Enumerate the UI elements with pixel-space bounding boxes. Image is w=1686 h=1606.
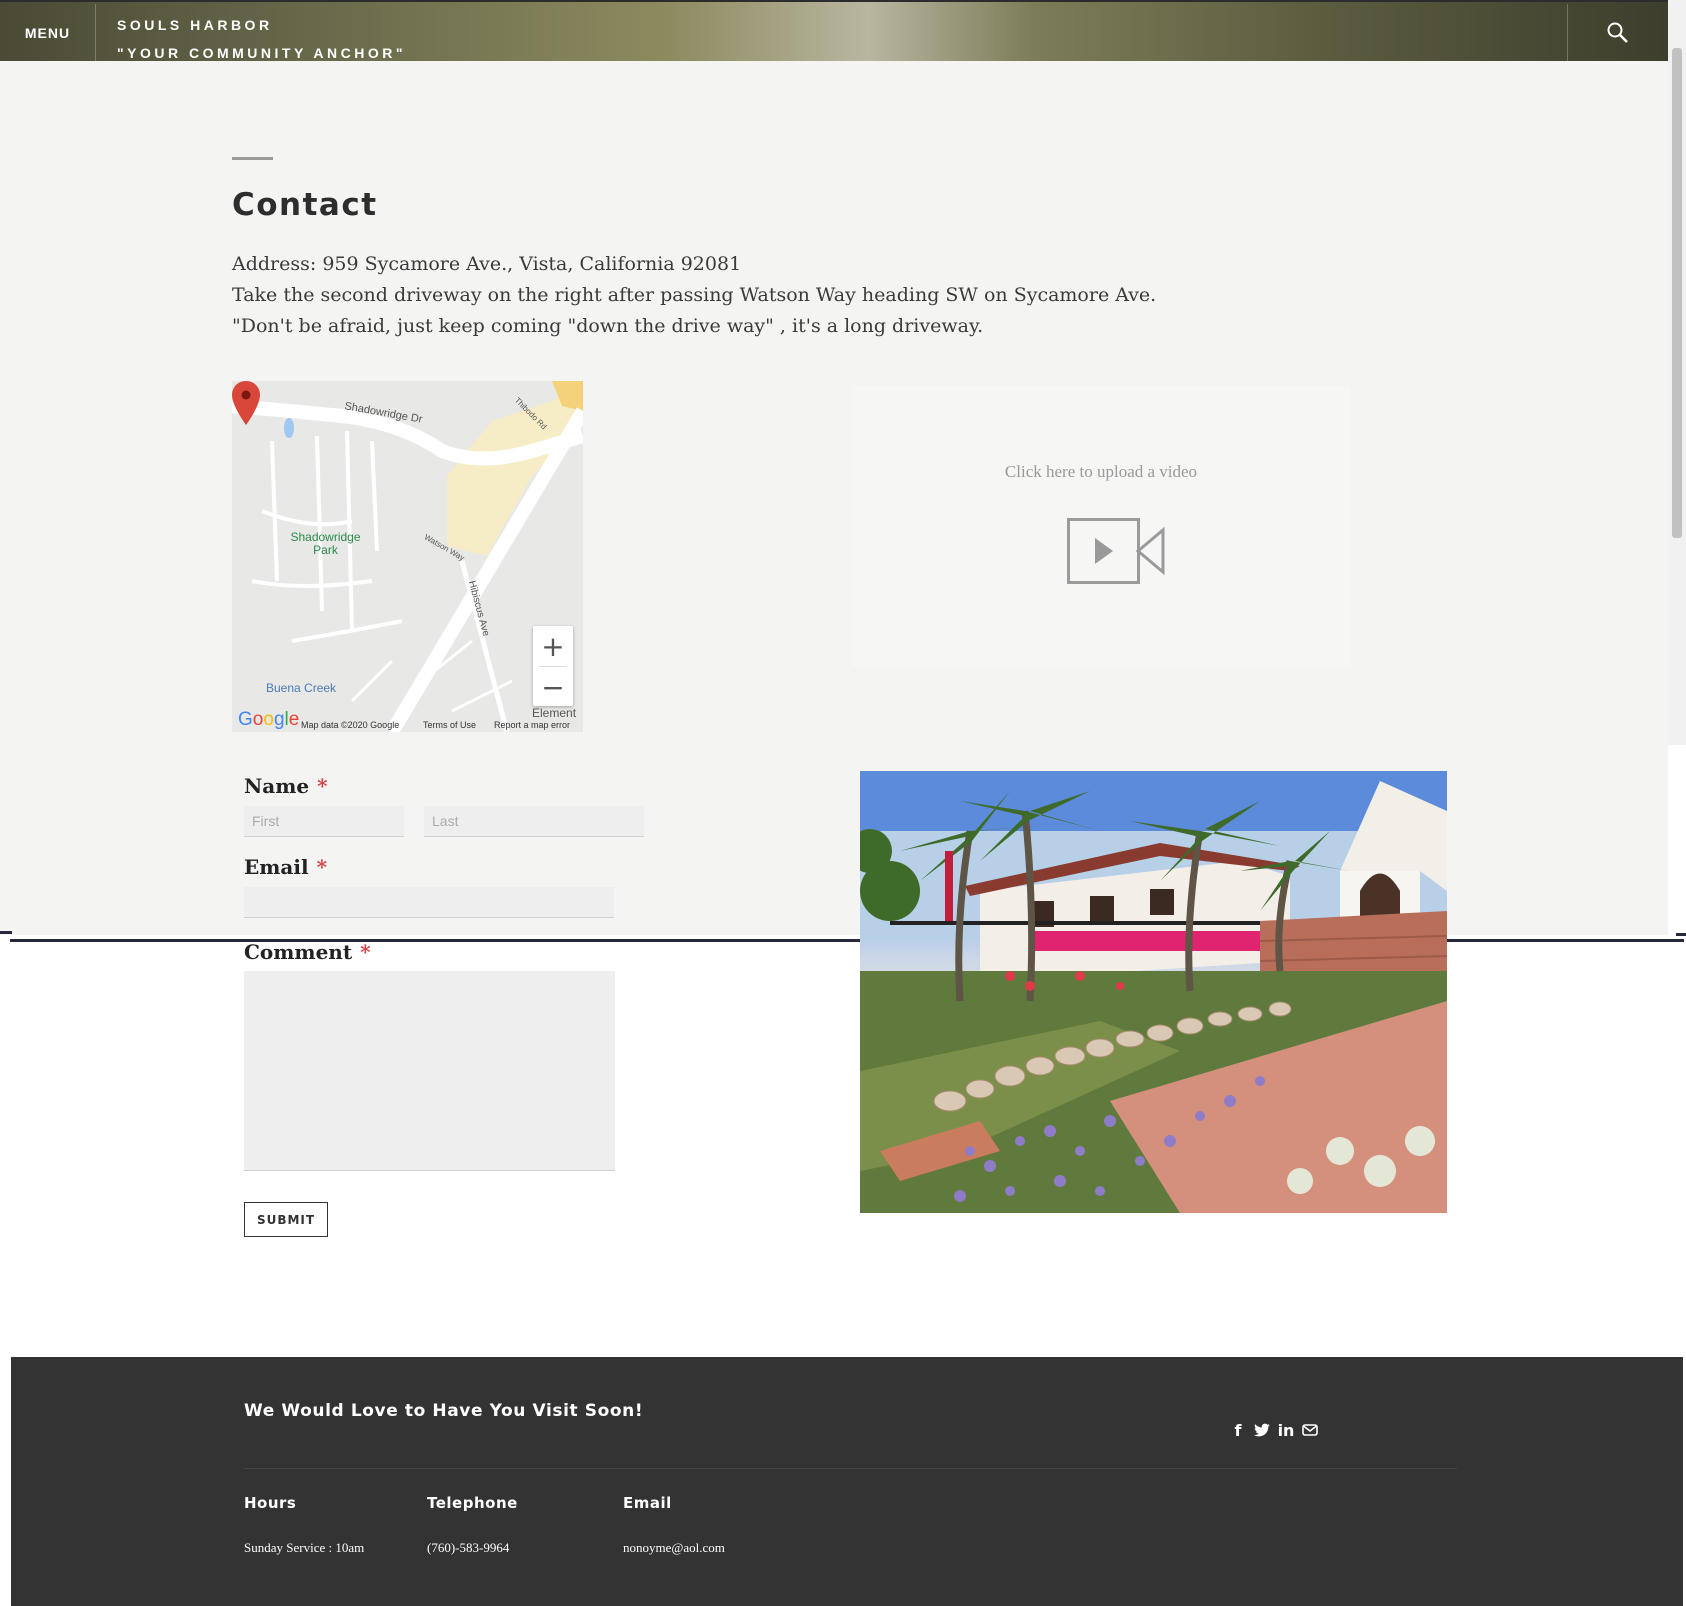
search-icon: [1607, 22, 1628, 43]
required-mark: *: [360, 940, 371, 964]
address-line: Address: 959 Sycamore Ave., Vista, Calif…: [232, 253, 742, 275]
mail-icon[interactable]: [1301, 1421, 1319, 1439]
google-map[interactable]: Shadowridge Dr Shadowridge Park Watson W…: [232, 381, 583, 732]
address-block: Address: 959 Sycamore Ave., Vista, Calif…: [232, 249, 1232, 342]
note-line: "Don't be afraid, just keep coming "down…: [232, 315, 984, 337]
house-photo: [860, 771, 1447, 1213]
zoom-in-button[interactable]: +: [533, 626, 573, 666]
name-label: Name *: [244, 774, 328, 798]
required-mark: *: [316, 855, 328, 879]
map-data-credit: Map data ©2020 Google: [301, 720, 400, 730]
comment-label: Comment *: [244, 940, 371, 964]
map-label-park: Shadowridge Park: [290, 530, 361, 557]
site-footer: We Would Love to Have You Visit Soon! f …: [11, 1357, 1683, 1606]
divider-tick-left: [0, 931, 12, 934]
site-name: SOULS HARBOR: [117, 17, 273, 33]
page-title: Contact: [232, 187, 378, 223]
video-upload-area[interactable]: Click here to upload a video: [852, 386, 1350, 667]
scrollbar[interactable]: [1668, 0, 1686, 745]
search-button[interactable]: [1567, 4, 1668, 61]
map-footer: Google Map data ©2020 Google Terms of Us…: [232, 709, 583, 732]
title-accent-line: [232, 157, 273, 160]
scrollbar-thumb[interactable]: [1672, 48, 1682, 538]
video-upload-text: Click here to upload a video: [1004, 462, 1198, 481]
house-photo-illustration: [860, 771, 1447, 1213]
hours-value: Sunday Service : 10am: [244, 1540, 365, 1555]
site-header: MENU SOULS HARBOR "YOUR COMMUNITY ANCHOR…: [0, 0, 1668, 63]
email-label-text: Email: [244, 855, 309, 879]
comment-field[interactable]: [244, 971, 615, 1171]
directions-line: Take the second driveway on the right af…: [232, 284, 1157, 306]
last-name-field[interactable]: [424, 806, 644, 837]
map-label-buena-creek: Buena Creek: [266, 681, 337, 695]
email-value[interactable]: nonoyme@aol.com: [623, 1540, 725, 1556]
video-camera-icon: [1067, 518, 1165, 584]
telephone-value[interactable]: (760)-583-9964: [427, 1540, 509, 1556]
telephone-title: Telephone: [427, 1494, 518, 1512]
twitter-icon[interactable]: [1253, 1421, 1271, 1439]
email-title: Email: [623, 1494, 672, 1512]
map-pin-icon[interactable]: [232, 381, 260, 425]
facebook-icon[interactable]: f: [1229, 1421, 1247, 1440]
google-logo[interactable]: Google: [238, 709, 299, 731]
comment-label-text: Comment: [244, 940, 353, 964]
map-terms-link[interactable]: Terms of Use: [423, 720, 476, 730]
site-title[interactable]: SOULS HARBOR "YOUR COMMUNITY ANCHOR": [117, 11, 406, 67]
zoom-out-button[interactable]: −: [533, 667, 573, 707]
required-mark: *: [317, 774, 328, 798]
map-report-link[interactable]: Report a map error: [494, 720, 570, 730]
first-name-field[interactable]: [244, 806, 404, 837]
hours-title: Hours: [244, 1494, 297, 1512]
name-label-text: Name: [244, 774, 310, 798]
submit-button[interactable]: SUBMIT: [244, 1202, 328, 1237]
social-links: f in: [1229, 1421, 1319, 1440]
email-field[interactable]: [244, 887, 614, 918]
divider-tick-right: [1676, 933, 1686, 936]
email-label: Email *: [244, 855, 327, 879]
footer-heading: We Would Love to Have You Visit Soon!: [244, 1401, 644, 1421]
linkedin-icon[interactable]: in: [1277, 1421, 1295, 1440]
footer-divider: [244, 1468, 1457, 1469]
menu-button[interactable]: MENU: [0, 4, 96, 61]
map-zoom-controls: + −: [533, 626, 573, 706]
